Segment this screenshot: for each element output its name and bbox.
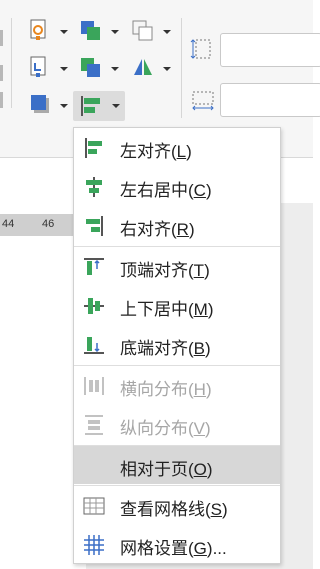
clipped-icon xyxy=(0,30,3,46)
clipped-icon xyxy=(0,92,3,108)
dropdown-arrow[interactable] xyxy=(60,30,68,34)
height-input[interactable] xyxy=(220,33,320,67)
gridlines-view-icon xyxy=(82,494,106,518)
dropdown-arrow[interactable] xyxy=(111,30,119,34)
menu-item-align-center[interactable]: 左右居中(C) xyxy=(74,167,280,205)
align-icon[interactable] xyxy=(78,93,104,119)
distribute-horizontal-icon xyxy=(82,374,106,398)
height-icon xyxy=(190,86,216,112)
align-middle-vertical-icon xyxy=(82,294,106,318)
toolbar-separator xyxy=(181,18,182,118)
menu-item-grid-settings[interactable]: 网格设置(G)... xyxy=(74,525,280,563)
bring-forward-icon[interactable] xyxy=(78,18,104,44)
ruler-label: 44 xyxy=(2,218,15,230)
align-right-icon xyxy=(82,214,106,238)
menu-item-align-right[interactable]: 右对齐(R) xyxy=(74,206,280,244)
menu-item-relative-to-page[interactable]: 相对于页(O) xyxy=(74,446,280,484)
menu-item-view-gridlines[interactable]: 查看网格线(S) xyxy=(74,486,280,524)
menu-item-align-middle[interactable]: 上下居中(M) xyxy=(74,286,280,324)
dropdown-arrow[interactable] xyxy=(112,104,120,108)
align-center-horizontal-icon xyxy=(82,175,106,199)
width-icon xyxy=(190,36,216,62)
dropdown-arrow[interactable] xyxy=(111,67,119,71)
flip-icon[interactable] xyxy=(130,55,156,81)
send-backward-icon[interactable] xyxy=(78,55,104,81)
dropdown-arrow[interactable] xyxy=(163,67,171,71)
menu-item-distribute-vertical: 纵向分布(V) xyxy=(74,405,280,443)
ruler-label: 46 xyxy=(42,218,55,230)
distribute-vertical-icon xyxy=(82,413,106,437)
align-dropdown-menu: 左对齐(L) 左右居中(C) 右对齐(R) 顶端对齐(T) 上下居中(M) 底端… xyxy=(73,127,281,564)
shape-outline-icon[interactable] xyxy=(28,55,54,81)
align-bottom-icon xyxy=(82,333,106,357)
grid-settings-icon xyxy=(82,533,106,557)
menu-item-align-left[interactable]: 左对齐(L) xyxy=(74,128,280,166)
dropdown-arrow[interactable] xyxy=(60,104,68,108)
toolbar-separator xyxy=(11,18,12,108)
menu-item-distribute-horizontal: 横向分布(H) xyxy=(74,366,280,404)
clipped-icon xyxy=(0,65,3,81)
width-input[interactable] xyxy=(220,83,320,117)
dropdown-arrow[interactable] xyxy=(163,30,171,34)
dropdown-arrow[interactable] xyxy=(60,67,68,71)
shape-fill-icon[interactable] xyxy=(28,18,54,44)
menu-item-align-top[interactable]: 顶端对齐(T) xyxy=(74,247,280,285)
menu-item-align-bottom[interactable]: 底端对齐(B) xyxy=(74,325,280,363)
group-icon[interactable] xyxy=(130,18,156,44)
shape-effects-icon[interactable] xyxy=(28,92,54,118)
align-left-icon xyxy=(82,136,106,160)
align-top-icon xyxy=(82,255,106,279)
